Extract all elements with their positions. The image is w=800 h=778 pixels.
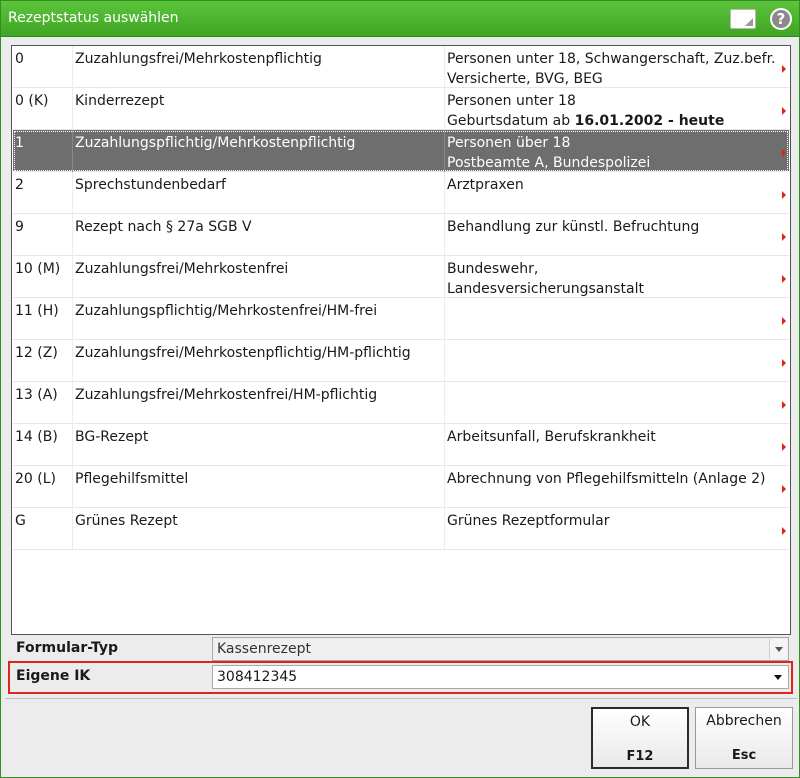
row-name: Zuzahlungspflichtig/Mehrkostenfrei/HM-fr…	[75, 303, 378, 319]
row-code: 1	[15, 135, 24, 151]
row-name: Rezept nach § 27a SGB V	[75, 219, 252, 235]
window-title: Rezeptstatus auswählen	[8, 10, 179, 26]
row-name: Grünes Rezept	[75, 513, 178, 529]
ok-button-shortcut: F12	[626, 749, 654, 764]
list-item[interactable]: 2 Sprechstundenbedarf Arztpraxen	[13, 172, 789, 214]
dialog-window: Rezeptstatus auswählen ? 0 Zuzahlungsfre…	[0, 0, 800, 778]
row-code: 13 (A)	[15, 387, 58, 403]
note-icon[interactable]	[730, 9, 756, 29]
cancel-button-label: Abbrechen	[706, 713, 782, 729]
row-description: Bundeswehr, Landesversicherungsanstalt	[447, 261, 644, 297]
rezeptstatus-list[interactable]: 0 Zuzahlungsfrei/Mehrkostenpflichtig Per…	[11, 45, 791, 635]
row-description	[447, 301, 777, 321]
list-item[interactable]: 9 Rezept nach § 27a SGB V Behandlung zur…	[13, 214, 789, 256]
row-name: Zuzahlungsfrei/Mehrkostenfrei	[75, 261, 289, 277]
row-name: Pflegehilfsmittel	[75, 471, 189, 487]
row-description	[447, 385, 777, 405]
cancel-button[interactable]: Abbrechen Esc	[695, 707, 793, 769]
row-code: 0 (K)	[15, 93, 49, 109]
row-description: Behandlung zur künstl. Befruchtung	[447, 219, 700, 235]
row-name: Zuzahlungspflichtig/Mehrkostenpflichtig	[75, 135, 356, 151]
chevron-down-icon[interactable]	[769, 639, 787, 659]
row-code: 0	[15, 51, 24, 67]
list-item[interactable]: 0 Zuzahlungsfrei/Mehrkostenpflichtig Per…	[13, 46, 789, 88]
row-name: Zuzahlungsfrei/Mehrkostenfrei/HM-pflicht…	[75, 387, 378, 403]
cancel-button-shortcut: Esc	[731, 748, 757, 763]
row-description: Arztpraxen	[447, 177, 524, 193]
list-item[interactable]: 12 (Z) Zuzahlungsfrei/Mehrkostenpflichti…	[13, 340, 789, 382]
formular-typ-value: Kassenrezept	[217, 641, 311, 657]
triangle-right-icon	[782, 275, 786, 283]
row-code: G	[15, 513, 26, 529]
footer-divider	[5, 698, 797, 699]
row-description: Personen unter 18 Geburtsdatum ab 16.01.2…	[447, 93, 725, 129]
formular-typ-select[interactable]: Kassenrezept	[212, 637, 789, 661]
row-description: Arbeitsunfall, Berufskrankheit	[447, 429, 656, 445]
list-item[interactable]: 10 (M) Zuzahlungsfrei/Mehrkostenfrei Bun…	[13, 256, 789, 298]
list-item[interactable]: 11 (H) Zuzahlungspflichtig/Mehrkostenfre…	[13, 298, 789, 340]
triangle-right-icon	[782, 359, 786, 367]
row-name: Sprechstundenbedarf	[75, 177, 226, 193]
triangle-right-icon	[782, 191, 786, 199]
triangle-right-icon	[782, 443, 786, 451]
row-description	[447, 343, 777, 363]
triangle-right-icon	[782, 317, 786, 325]
triangle-right-icon	[782, 485, 786, 493]
list-item-selected[interactable]: 1 Zuzahlungspflichtig/Mehrkostenpflichti…	[13, 130, 789, 172]
ok-button-label: OK	[629, 714, 651, 730]
triangle-right-icon	[782, 149, 786, 157]
row-name: Kinderrezept	[75, 93, 165, 109]
row-code: 10 (M)	[15, 261, 61, 277]
row-description: Abrechnung von Pflegehilfsmitteln (Anlag…	[447, 471, 766, 487]
title-bar: Rezeptstatus auswählen ?	[1, 1, 799, 37]
list-item[interactable]: 14 (B) BG-Rezept Arbeitsunfall, Berufskr…	[13, 424, 789, 466]
formular-typ-label: Formular-Typ	[16, 640, 119, 656]
triangle-right-icon	[782, 401, 786, 409]
help-icon[interactable]: ?	[770, 8, 792, 30]
list-item[interactable]: 13 (A) Zuzahlungsfrei/Mehrkostenfrei/HM-…	[13, 382, 789, 424]
row-code: 20 (L)	[15, 471, 56, 487]
list-item[interactable]: 0 (K) Kinderrezept Personen unter 18 Gebu…	[13, 88, 789, 130]
row-code: 2	[15, 177, 24, 193]
chevron-down-icon[interactable]	[769, 667, 787, 687]
triangle-right-icon	[782, 107, 786, 115]
triangle-right-icon	[782, 527, 786, 535]
row-name: Zuzahlungsfrei/Mehrkostenpflichtig/HM-pf…	[75, 345, 411, 361]
row-name: Zuzahlungsfrei/Mehrkostenpflichtig	[75, 51, 322, 67]
triangle-right-icon	[782, 65, 786, 73]
eigene-ik-select[interactable]: 308412345	[212, 665, 789, 689]
row-code: 14 (B)	[15, 429, 58, 445]
row-code: 9	[15, 219, 24, 235]
eigene-ik-value: 308412345	[217, 669, 298, 685]
row-code: 11 (H)	[15, 303, 59, 319]
row-description: Personen unter 18, Schwangerschaft, Zuz.…	[447, 51, 776, 87]
row-description: Grünes Rezeptformular	[447, 513, 610, 529]
eigene-ik-label: Eigene IK	[16, 668, 91, 684]
list-item[interactable]: G Grünes Rezept Grünes Rezeptformular	[13, 508, 789, 550]
ok-button[interactable]: OK F12	[591, 707, 689, 769]
row-code: 12 (Z)	[15, 345, 58, 361]
list-item[interactable]: 20 (L) Pflegehilfsmittel Abrechnung von …	[13, 466, 789, 508]
row-name: BG-Rezept	[75, 429, 149, 445]
row-description: Personen über 18 Postbeamte A, Bundespoli…	[447, 135, 651, 171]
triangle-right-icon	[782, 233, 786, 241]
